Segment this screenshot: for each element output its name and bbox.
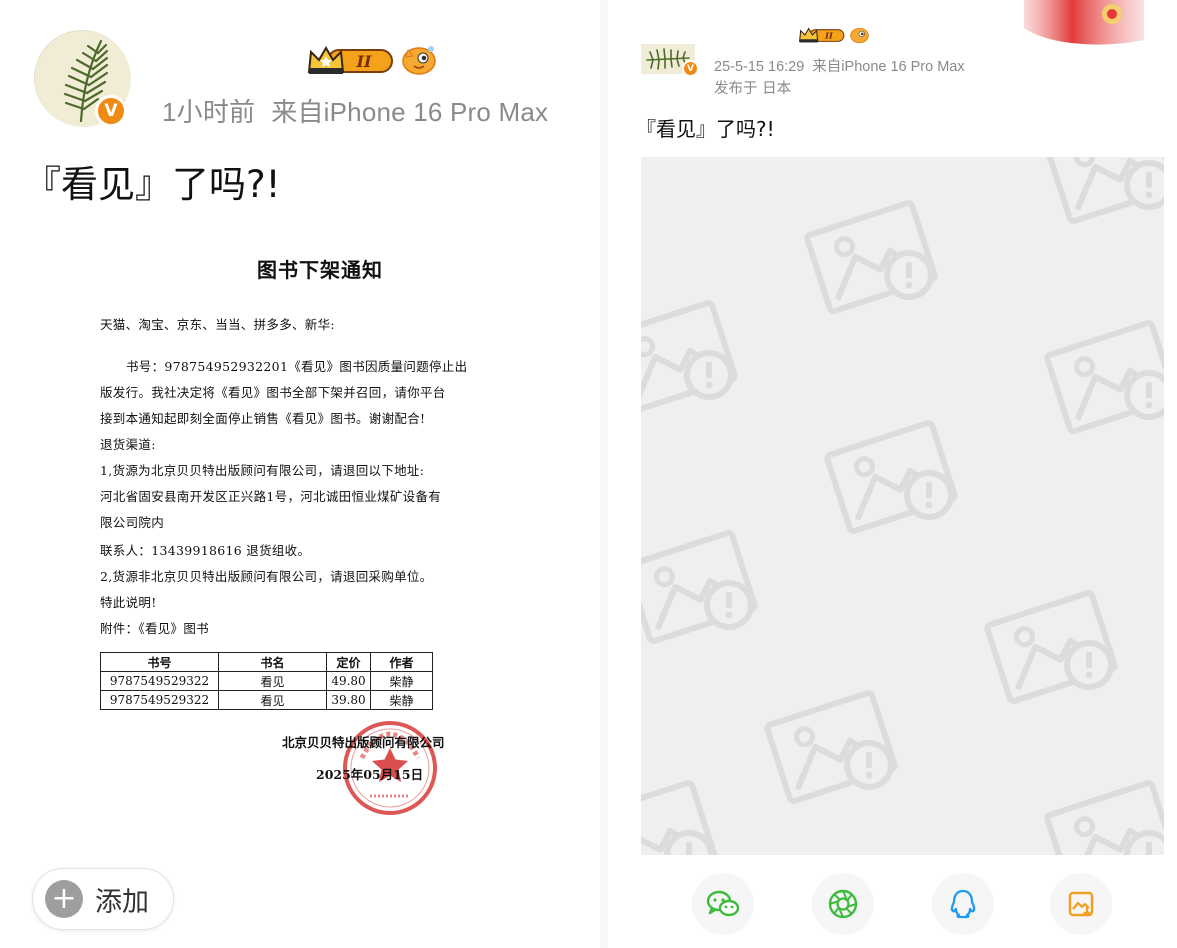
notice-line: 1,货源为北京贝贝特出版顾问有限公司，请退回以下地址: [100, 463, 425, 478]
post-meta: 25-5-15 16:29 来自iPhone 16 Pro Max [714, 55, 965, 76]
table-cell: 柴静 [370, 690, 433, 710]
notice-line: 联系人：13439918616 退货组收。 [100, 543, 311, 558]
moments-share-button[interactable] [812, 873, 874, 935]
notice-line: 退货渠道: [100, 437, 156, 452]
table-header: 书名 [218, 652, 327, 672]
table-row: 9787549529322 看见 49.80 柴静 [100, 671, 433, 691]
post-text: 『看见』了吗?! [24, 163, 281, 206]
table-header: 书号 [100, 652, 219, 672]
notice-line: 接到本通知起即刻全面停止销售《看见》图书。谢谢配合! [100, 411, 426, 426]
notice-line: 2,货源非北京贝贝特出版顾问有限公司，请退回采购单位。 [100, 569, 433, 584]
wechat-share-button[interactable] [692, 873, 754, 935]
notice-company: 北京贝贝特出版顾问有限公司 [282, 735, 445, 750]
svg-text:II: II [356, 52, 372, 71]
table-cell: 看见 [218, 671, 327, 691]
wechat-icon [706, 890, 740, 917]
svg-text:II: II [824, 32, 834, 42]
notice-line: 特此说明! [100, 595, 157, 610]
fish-mascot-icon [850, 27, 869, 44]
post-time: 1小时前 [162, 97, 256, 127]
vip-level-badge[interactable]: II [798, 26, 846, 44]
qq-share-button[interactable] [932, 873, 994, 935]
notice-line: 限公司院内 [100, 515, 165, 530]
save-image-icon [1068, 891, 1094, 917]
fish-mascot-icon [402, 46, 436, 75]
notice-line: 河北省固安县南开发区正兴路1号，河北诚田恒业煤矿设备有 [100, 489, 442, 504]
notice-line: 天猫、淘宝、京东、当当、拼多多、新华: [100, 317, 335, 332]
post-text: 『看见』了吗?! [636, 117, 775, 141]
verified-badge: V [682, 60, 699, 77]
avatar[interactable]: V [34, 30, 131, 127]
verified-badge: V [95, 95, 127, 127]
qq-icon [950, 889, 976, 919]
post-source: 来自iPhone 16 Pro Max [271, 97, 549, 127]
notice-document-image[interactable]: 图书下架通知 天猫、淘宝、京东、当当、拼多多、新华: 书号：9787549529… [60, 232, 548, 832]
table-header: 作者 [370, 652, 433, 672]
vip-level-badge[interactable]: II [306, 44, 396, 76]
table-cell: 柴静 [370, 671, 433, 691]
moments-icon [828, 889, 858, 919]
avatar[interactable]: V [641, 44, 699, 77]
notice-line: 版发行。我社决定将《看见》图书全部下架并召回，请你平台 [100, 385, 446, 400]
save-image-button[interactable] [1050, 873, 1112, 935]
notice-date: 2025年05月15日 [316, 767, 424, 782]
notice-line: 书号：978754952932201《看见》图书因质量问题停止出 [126, 359, 468, 374]
table-header-row: 书号 书名 定价 作者 [100, 652, 433, 672]
table-header: 定价 [326, 652, 371, 672]
broken-image-pattern-icon [641, 157, 1164, 855]
flag-decoration-icon [1024, 0, 1144, 45]
post-meta: 1小时前 来自iPhone 16 Pro Max [162, 92, 548, 129]
book-table: 书号 书名 定价 作者 9787549529322 看见 49.80 柴静 97… [100, 652, 433, 710]
table-cell: 9787549529322 [100, 690, 219, 710]
crown-icon: II [799, 27, 845, 43]
crown-icon: II [307, 46, 393, 74]
table-cell: 9787549529322 [100, 671, 219, 691]
table-cell: 39.80 [326, 690, 371, 710]
notice-title: 图书下架通知 [257, 258, 383, 282]
table-cell: 看见 [218, 690, 327, 710]
post-location: 发布于 日本 [714, 81, 792, 97]
share-bar [0, 873, 1177, 935]
post-datetime: 25-5-15 16:29 [714, 59, 805, 75]
table-cell: 49.80 [326, 671, 371, 691]
image-placeholder[interactable] [641, 157, 1164, 855]
table-row: 9787549529322 看见 39.80 柴静 [100, 690, 433, 710]
panel-divider [600, 0, 608, 948]
notice-line: 附件：《看见》图书 [100, 621, 209, 636]
post-source: 来自iPhone 16 Pro Max [812, 59, 965, 75]
